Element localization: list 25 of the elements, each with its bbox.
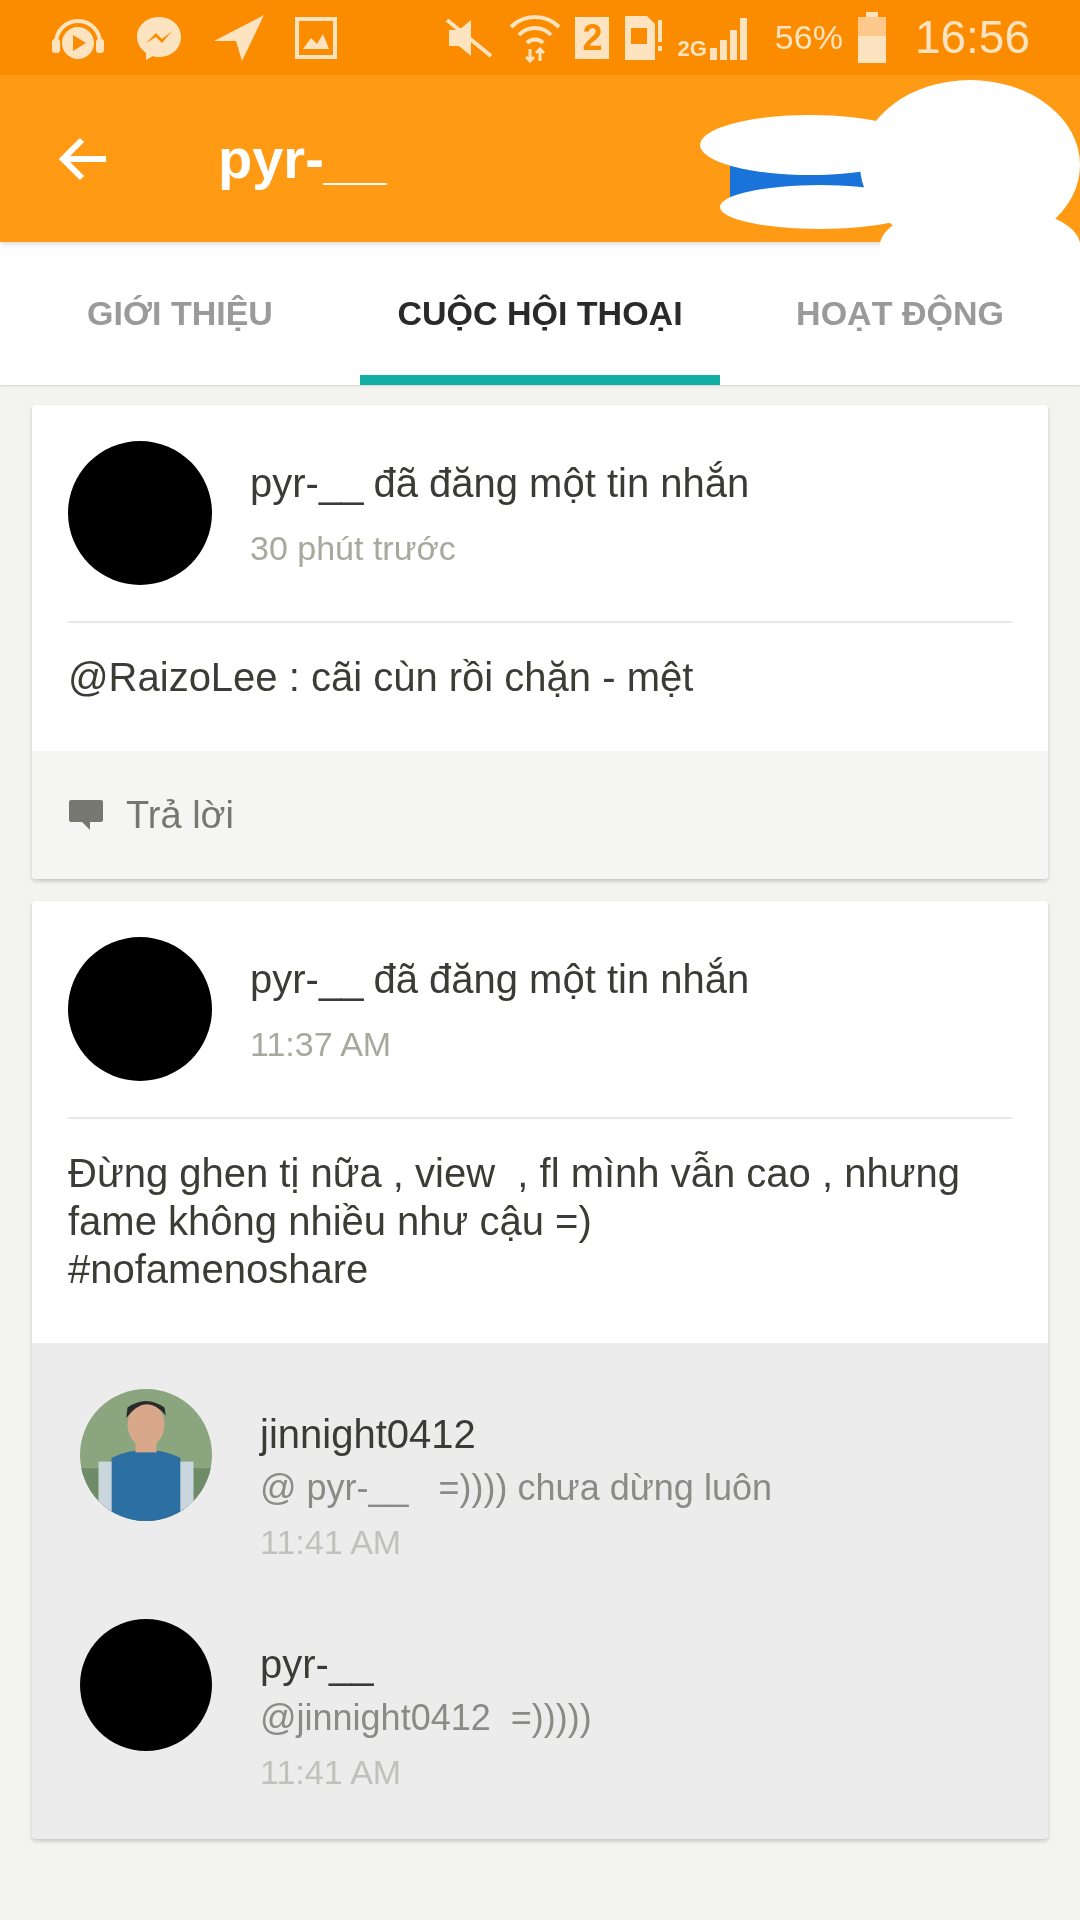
wifi-icon bbox=[509, 12, 562, 63]
sim-card-icon bbox=[623, 13, 664, 62]
author-name[interactable]: pyr-__ bbox=[250, 452, 364, 513]
tab[interactable]: CUỘC HỘI THOẠI bbox=[360, 242, 720, 385]
post-action: đã đăng một tin nhắn bbox=[373, 459, 750, 507]
send-arrow-icon bbox=[212, 12, 266, 63]
speech-bubble-icon bbox=[68, 798, 104, 832]
comment-author[interactable]: pyr-__ bbox=[260, 1637, 592, 1691]
sim-slot-badge: 2 bbox=[575, 16, 610, 59]
reply-button[interactable]: Trả lời bbox=[68, 786, 234, 844]
post-time: 30 phút trước bbox=[250, 527, 457, 569]
network-type: 2G bbox=[677, 37, 707, 60]
author-name[interactable]: pyr-__ bbox=[250, 948, 364, 1009]
comment-text: @jinnight0412 =))))) bbox=[260, 1696, 592, 1740]
comment-author[interactable]: jinnight0412 bbox=[260, 1407, 772, 1461]
post-action: đã đăng một tin nhắn bbox=[373, 955, 750, 1003]
image-icon bbox=[294, 15, 338, 60]
profile-title: pyr-__ bbox=[218, 125, 387, 192]
post-text: @RaizoLee : cãi cùn rồi chặn - mệt bbox=[67, 654, 695, 701]
post-time: 11:37 AM bbox=[250, 1023, 393, 1065]
battery-icon bbox=[856, 11, 887, 64]
post-text: Đừng ghen tị nữa , view , fl mình vẫn cao , nhưng fame không nhiều như cậu =) #nofamenoshare bbox=[67, 1150, 961, 1293]
clock: 16:56 bbox=[914, 10, 1030, 65]
comment-text: @ pyr-__ =)))) chưa dừng luôn bbox=[260, 1466, 772, 1510]
battery-percent: 56% bbox=[774, 17, 843, 58]
